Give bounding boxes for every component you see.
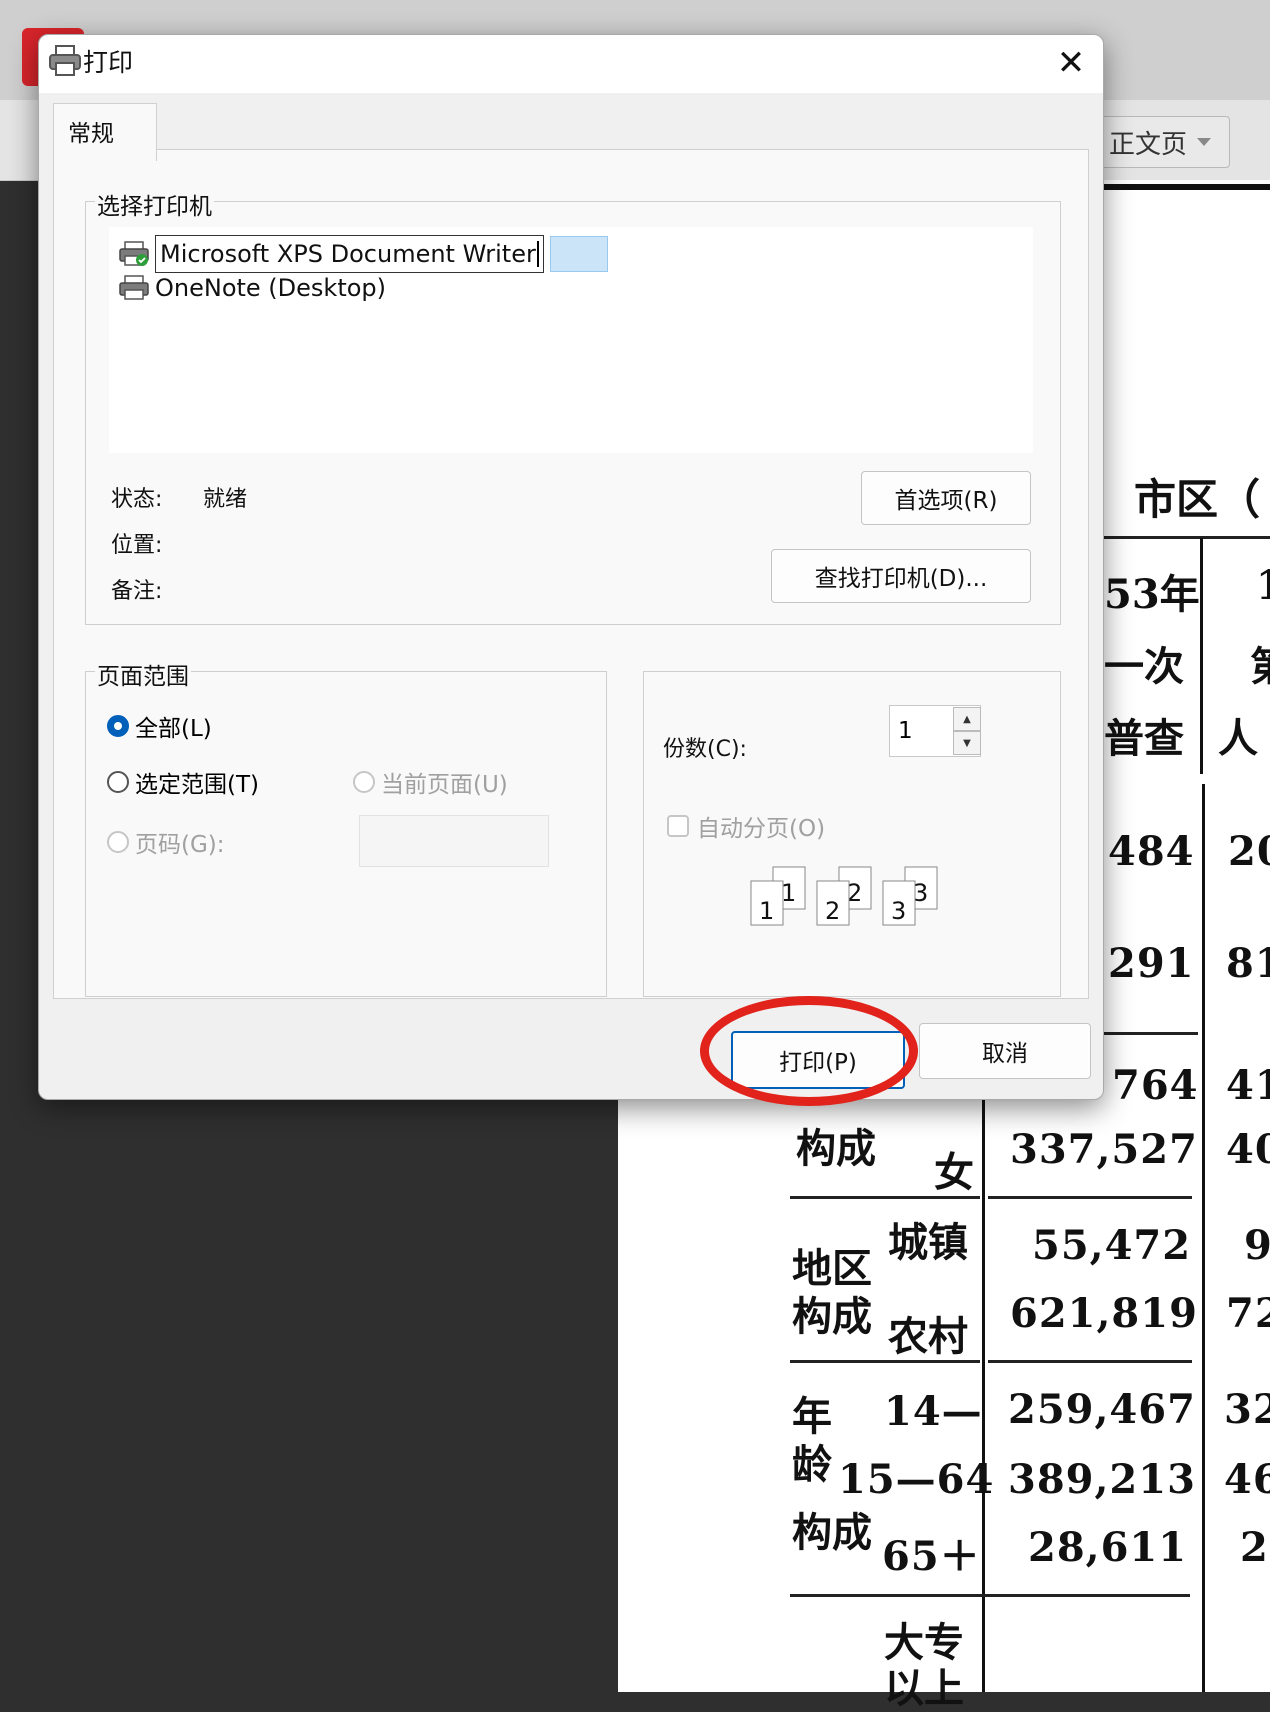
document-rule xyxy=(1104,184,1270,190)
chevron-down-icon xyxy=(1197,138,1211,146)
table-cell: 72 xyxy=(1226,1290,1270,1337)
dialog-titlebar: 打印 ✕ xyxy=(39,35,1103,93)
location-label: 位置: xyxy=(111,533,163,558)
table-rule xyxy=(1104,536,1270,539)
view-mode-label: 正文页 xyxy=(1108,129,1187,160)
printer-icon xyxy=(49,45,81,76)
collate-page-number: 3 xyxy=(891,897,906,925)
printer-name: Microsoft XPS Document Writer xyxy=(160,240,536,268)
table-row-sublabel: 农村 xyxy=(888,1313,968,1360)
table-row-sublabel: 15—64 xyxy=(838,1456,995,1503)
range-all-label: 全部(L) xyxy=(135,716,212,742)
table-cell: 41 xyxy=(1226,1062,1270,1109)
printer-item-xps[interactable]: Microsoft XPS Document Writer xyxy=(119,235,608,273)
table-header-cell: 1 xyxy=(1256,562,1270,609)
printer-icon xyxy=(119,275,149,300)
printer-name: OneNote (Desktop) xyxy=(155,274,387,302)
table-rule xyxy=(1200,538,1203,774)
table-row-label: 龄 xyxy=(792,1441,832,1488)
collate-page-number: 2 xyxy=(825,897,840,925)
range-pages-radio[interactable]: 页码(G): xyxy=(107,825,225,859)
table-row-sublabel: 城镇 xyxy=(888,1219,968,1266)
table-cell: 389,213 xyxy=(1008,1456,1196,1503)
table-header-cell: 第 xyxy=(1250,634,1270,692)
default-printer-icon xyxy=(119,241,149,266)
collate-pages-icon: 1 1 2 2 3 3 xyxy=(750,866,938,926)
checkbox-icon xyxy=(667,815,689,837)
range-all-radio[interactable]: 全部(L) xyxy=(107,709,212,743)
printer-name-edit[interactable]: Microsoft XPS Document Writer xyxy=(155,235,544,273)
range-selection-label: 选定范围(T) xyxy=(135,772,259,798)
table-header-cell: 一次 xyxy=(1104,643,1184,690)
table-rule xyxy=(790,1594,1190,1597)
copies-spinner: ▲ ▼ xyxy=(953,707,981,755)
range-current-page-radio[interactable]: 当前页面(U) xyxy=(353,765,508,799)
table-cell: 484 xyxy=(1108,828,1195,875)
close-icon[interactable]: ✕ xyxy=(1049,41,1093,85)
select-printer-legend: 选择打印机 xyxy=(95,187,214,221)
table-cell: 337,527 xyxy=(1010,1126,1198,1173)
radio-icon xyxy=(107,771,129,793)
table-cell: 46 xyxy=(1224,1456,1270,1503)
view-mode-dropdown[interactable]: 正文页 xyxy=(1090,116,1230,168)
table-row-sublabel: 14— xyxy=(884,1388,983,1435)
table-cell: 764 xyxy=(1112,1062,1199,1109)
collate-checkbox[interactable]: 自动分页(O) xyxy=(667,809,825,843)
table-cell: 32 xyxy=(1224,1386,1270,1433)
spin-down-icon[interactable]: ▼ xyxy=(953,731,981,755)
table-rule xyxy=(982,1060,985,1692)
tab-general[interactable]: 常规 xyxy=(53,103,157,161)
selection-highlight xyxy=(549,236,608,272)
print-button[interactable]: 打印(P) xyxy=(731,1031,905,1089)
table-rule xyxy=(988,1360,1192,1363)
radio-icon xyxy=(353,771,375,793)
table-row-label: 构成 xyxy=(796,1125,876,1172)
radio-checked-icon xyxy=(107,715,129,737)
copies-label: 份数(C): xyxy=(663,737,747,762)
table-row-sublabel: 大专以上 xyxy=(884,1619,964,1712)
table-cell: 81 xyxy=(1226,940,1270,987)
table-cell: 28,611 xyxy=(1028,1524,1188,1571)
status-value: 就绪 xyxy=(203,487,248,512)
table-cell: 9 xyxy=(1244,1222,1270,1269)
printer-list[interactable]: Microsoft XPS Document Writer OneNote (D… xyxy=(109,227,1033,453)
table-cell: 259,467 xyxy=(1008,1386,1196,1433)
status-label: 状态: xyxy=(111,487,163,512)
print-dialog: 打印 ✕ 常规 选择打印机 Microsoft XPS Document Wri… xyxy=(38,34,1104,1100)
table-cell: 621,819 xyxy=(1010,1290,1198,1337)
spin-up-icon[interactable]: ▲ xyxy=(953,707,981,731)
range-current-page-label: 当前页面(U) xyxy=(381,772,508,798)
comment-label: 备注: xyxy=(111,579,163,604)
page-range-legend: 页面范围 xyxy=(95,657,191,691)
table-header-cell: 人 xyxy=(1218,715,1258,762)
collate-label: 自动分页(O) xyxy=(697,816,826,842)
document-title: 市区（ xyxy=(1134,475,1261,524)
radio-icon xyxy=(107,831,129,853)
table-row-label: 构成 xyxy=(792,1293,872,1340)
table-row-sublabel: 女 xyxy=(934,1149,974,1196)
table-cell: 55,472 xyxy=(1032,1222,1192,1269)
table-row-sublabel: 65＋ xyxy=(882,1533,981,1580)
table-row-label: 构成 xyxy=(792,1509,872,1556)
printer-item-onenote[interactable]: OneNote (Desktop) xyxy=(119,271,386,305)
table-rule xyxy=(1104,1032,1198,1035)
table-header-cell: 53年 xyxy=(1104,571,1200,618)
collate-page-number: 1 xyxy=(759,897,774,925)
text-cursor xyxy=(536,241,539,267)
cancel-button[interactable]: 取消 xyxy=(919,1023,1091,1079)
range-pages-label: 页码(G): xyxy=(135,832,225,858)
preferences-button[interactable]: 首选项(R) xyxy=(861,471,1031,525)
table-cell: 2 xyxy=(1240,1524,1269,1571)
range-selection-radio[interactable]: 选定范围(T) xyxy=(107,765,259,799)
table-cell: 40 xyxy=(1226,1126,1270,1173)
table-cell: 20 xyxy=(1228,828,1270,875)
table-rule xyxy=(988,1196,1192,1199)
pages-input[interactable] xyxy=(359,815,549,867)
table-rule xyxy=(1202,784,1205,1692)
find-printer-button[interactable]: 查找打印机(D)... xyxy=(771,549,1031,603)
table-cell: 291 xyxy=(1108,940,1195,987)
table-header-cell: 普查 xyxy=(1104,715,1184,762)
dialog-title: 打印 xyxy=(83,48,134,77)
